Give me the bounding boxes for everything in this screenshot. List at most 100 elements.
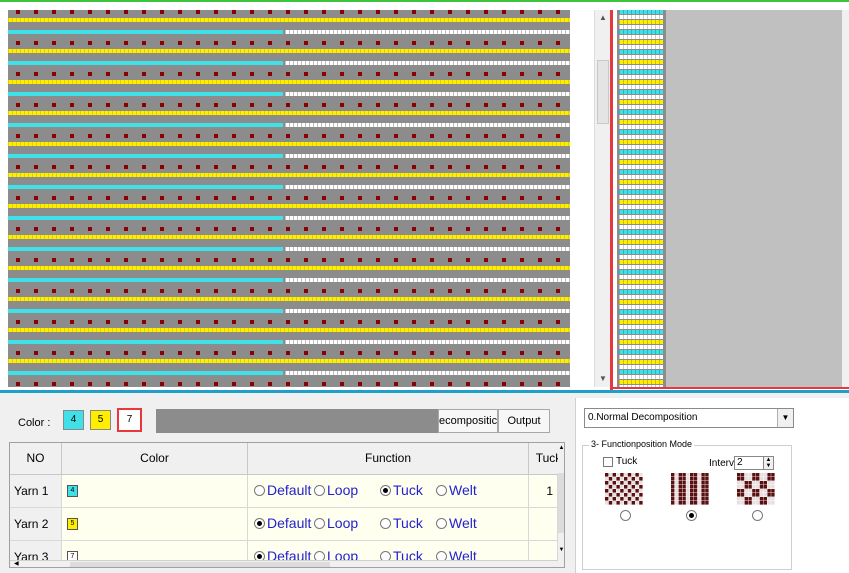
icon-cell xyxy=(674,497,679,501)
icon-cell xyxy=(639,485,643,489)
chevron-down-icon[interactable]: ▼ xyxy=(777,409,793,427)
icon-cell xyxy=(635,473,639,477)
yarn-color-swatch[interactable]: 4 xyxy=(67,485,78,497)
pattern-dot xyxy=(556,351,560,355)
pattern-vertical-scrollbar[interactable]: ▲ ▼ xyxy=(594,10,610,387)
preview-stripe xyxy=(619,295,663,299)
pattern-dot xyxy=(502,289,506,293)
icon-cell xyxy=(748,489,752,493)
yarn-color-swatch[interactable]: 5 xyxy=(67,518,78,530)
radio-tuck[interactable]: Tuck xyxy=(380,515,423,531)
mode-2-pattern-icon[interactable] xyxy=(671,473,709,505)
row-tuck-value[interactable]: 1 xyxy=(529,475,558,508)
pattern-dot xyxy=(160,320,164,324)
pattern-dot xyxy=(520,382,524,386)
pattern-dot xyxy=(160,382,164,386)
icon-cell xyxy=(608,477,613,481)
mode-1-radio[interactable] xyxy=(620,508,633,526)
column-header-function[interactable]: Function xyxy=(248,443,529,475)
pattern-dot xyxy=(484,351,488,355)
radio-welt[interactable]: Welt xyxy=(436,515,477,531)
color-swatch-7[interactable]: 7 xyxy=(117,408,142,432)
tuck-checkbox[interactable]: Tuck xyxy=(603,456,637,467)
icon-cell xyxy=(671,489,675,493)
interval-label: Interv xyxy=(709,457,735,469)
table-horizontal-scrollbar[interactable]: ◀ xyxy=(10,560,558,567)
pattern-dot xyxy=(214,41,218,45)
pattern-dot xyxy=(178,10,182,14)
pattern-dot xyxy=(232,72,236,76)
row-function-cell: Default Loop Tuck Welt xyxy=(248,475,529,508)
pattern-dot xyxy=(466,382,470,386)
pattern-dot xyxy=(268,289,272,293)
mode-3-radio[interactable] xyxy=(752,508,765,526)
pattern-dot xyxy=(160,289,164,293)
icon-cell xyxy=(705,481,709,485)
decomposition-button[interactable]: ecompositic xyxy=(438,409,498,433)
radio-default[interactable]: Default xyxy=(254,515,311,531)
pattern-dot xyxy=(466,196,470,200)
pattern-dot xyxy=(358,196,362,200)
decomposition-select[interactable]: 0.Normal Decomposition ▼ xyxy=(584,408,794,428)
column-header-no[interactable]: NO xyxy=(10,443,62,475)
mode-2-radio[interactable] xyxy=(686,508,699,526)
color-swatch-5[interactable]: 5 xyxy=(90,410,111,430)
interval-spinner[interactable]: ▲ ▼ xyxy=(764,456,775,470)
row-color-cell[interactable]: 4 xyxy=(62,475,248,508)
scroll-down-icon[interactable]: ▼ xyxy=(595,371,611,387)
mode-1-pattern-icon[interactable] xyxy=(605,473,643,505)
icon-cell xyxy=(678,501,682,505)
scroll-up-icon[interactable]: ▲ xyxy=(558,445,564,451)
interval-input[interactable]: 2 xyxy=(734,456,765,470)
pattern-dot xyxy=(466,351,470,355)
icon-cell xyxy=(690,481,694,485)
pattern-dot xyxy=(286,227,290,231)
radio-loop[interactable]: Loop xyxy=(314,515,358,531)
scroll-thumb[interactable] xyxy=(597,60,609,124)
radio-welt[interactable]: Welt xyxy=(436,482,477,498)
pattern-dot xyxy=(124,103,128,107)
icon-cell xyxy=(631,493,635,497)
scroll-up-icon[interactable]: ▲ xyxy=(595,10,611,26)
pattern-grid-main[interactable] xyxy=(8,10,570,387)
scroll-thumb[interactable] xyxy=(558,473,564,533)
pattern-dot xyxy=(412,320,416,324)
pattern-dot xyxy=(268,165,272,169)
table-vertical-scrollbar[interactable]: ▲ ▼ xyxy=(558,443,564,567)
pattern-dot xyxy=(232,382,236,386)
pattern-dot xyxy=(268,10,272,14)
scroll-left-icon[interactable]: ◀ xyxy=(14,560,19,567)
icon-cell xyxy=(616,485,620,489)
row-tuck-value[interactable] xyxy=(529,508,558,541)
pattern-dot xyxy=(142,351,146,355)
pattern-dot xyxy=(466,165,470,169)
pattern-dot xyxy=(88,227,92,231)
icon-cell xyxy=(612,489,616,493)
pattern-dot xyxy=(376,72,380,76)
pattern-dot xyxy=(448,72,452,76)
pattern-dot xyxy=(106,289,110,293)
pattern-dot xyxy=(556,382,560,386)
pane-divider[interactable] xyxy=(610,10,613,392)
scroll-down-icon[interactable]: ▼ xyxy=(558,547,564,553)
icon-cell xyxy=(686,473,690,477)
output-button[interactable]: Output xyxy=(498,409,550,433)
color-swatch-4[interactable]: 4 xyxy=(63,410,84,430)
radio-default[interactable]: Default xyxy=(254,482,311,498)
pattern-grid-preview[interactable] xyxy=(617,10,666,388)
radio-tuck[interactable]: Tuck xyxy=(380,482,423,498)
splitter-bar[interactable] xyxy=(0,390,849,393)
radio-loop[interactable]: Loop xyxy=(314,482,358,498)
column-header-color[interactable]: Color xyxy=(62,443,248,475)
checkbox-icon[interactable] xyxy=(603,456,613,467)
scroll-thumb[interactable] xyxy=(70,562,330,567)
preview-scrollbar[interactable] xyxy=(842,10,849,388)
pattern-dot xyxy=(502,258,506,262)
pattern-dot xyxy=(16,72,20,76)
icon-cell xyxy=(620,489,624,493)
pattern-dot xyxy=(484,165,488,169)
pattern-dot xyxy=(196,382,200,386)
pattern-dot xyxy=(304,134,308,138)
row-color-cell[interactable]: 5 xyxy=(62,508,248,541)
mode-3-pattern-icon[interactable] xyxy=(737,473,775,505)
